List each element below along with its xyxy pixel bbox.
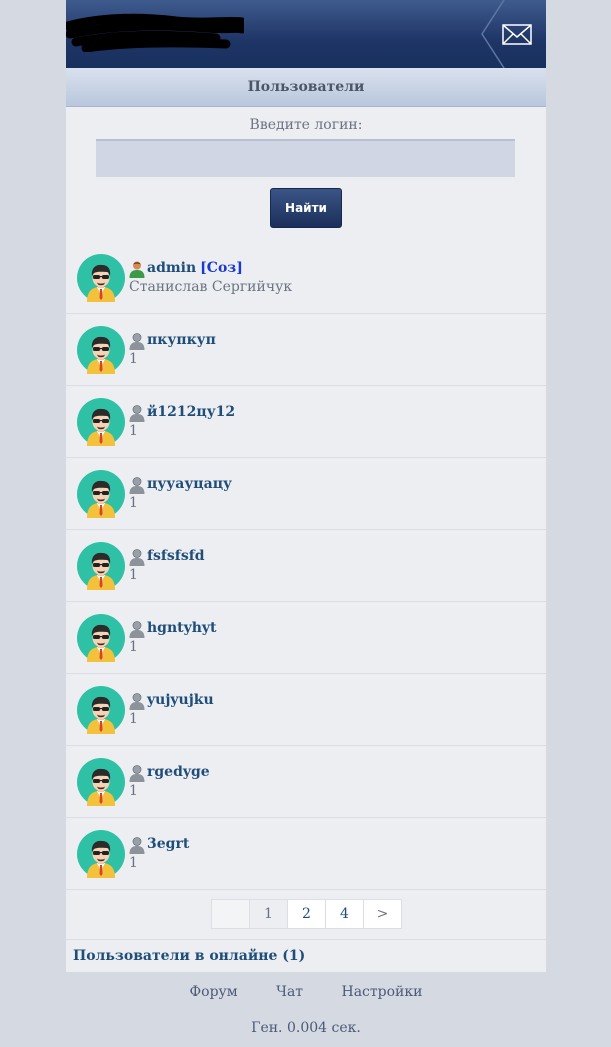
user-icon xyxy=(128,404,146,422)
login-input[interactable] xyxy=(96,139,515,177)
page: Пользователи Введите логин: Найти admin … xyxy=(66,0,546,1047)
page-title: Пользователи xyxy=(66,68,546,107)
username-link[interactable]: yujyujku xyxy=(147,692,214,708)
footer-nav: Форум Чат Настройки xyxy=(66,984,546,1000)
find-button[interactable]: Найти xyxy=(270,188,342,228)
search-panel: Введите логин: Найти xyxy=(66,107,546,243)
user-subtitle: 1 xyxy=(129,567,138,583)
user-row: пкупкуп 1 xyxy=(66,314,546,386)
next-page-link[interactable]: > xyxy=(363,900,401,928)
role-tag: [Соз] xyxy=(200,260,243,276)
username: admin xyxy=(147,260,197,276)
user-subtitle: 1 xyxy=(129,855,138,871)
username: пкупкуп xyxy=(147,332,216,348)
username: hgntyhyt xyxy=(147,620,217,636)
user-row: rgedyge 1 xyxy=(66,746,546,818)
top-bar xyxy=(66,0,546,68)
page-link[interactable]: 4 xyxy=(325,900,363,928)
user-row: цууауцацу 1 xyxy=(66,458,546,530)
user-subtitle: 1 xyxy=(129,495,138,511)
user-subtitle: 1 xyxy=(129,711,138,727)
user-icon xyxy=(128,764,146,782)
online-users-link[interactable]: Пользователи в онлайне (1) xyxy=(73,948,305,964)
user-icon xyxy=(128,620,146,638)
avatar[interactable] xyxy=(77,686,125,734)
login-label: Введите логин: xyxy=(249,117,363,133)
page-link-current[interactable]: 1 xyxy=(249,900,287,928)
user-row: admin [Соз] Станислав Сергийчук xyxy=(66,242,546,314)
username: й1212цу12 xyxy=(147,404,236,420)
user-row: hgntyhyt 1 xyxy=(66,602,546,674)
page-link[interactable]: 2 xyxy=(287,900,325,928)
online-users-bar: Пользователи в онлайне (1) xyxy=(66,940,546,972)
username-link[interactable]: rgedyge xyxy=(147,764,210,780)
username-link[interactable]: 3egrt xyxy=(147,836,189,852)
user-icon xyxy=(128,692,146,710)
avatar[interactable] xyxy=(77,254,125,302)
username: цууауцацу xyxy=(147,476,233,492)
user-icon xyxy=(128,836,146,854)
avatar[interactable] xyxy=(77,398,125,446)
user-row: й1212цу12 1 xyxy=(66,386,546,458)
footer-link-chat[interactable]: Чат xyxy=(276,984,303,1000)
pagination: 1 2 4 > xyxy=(211,899,402,929)
username: 3egrt xyxy=(147,836,190,852)
pagination-area: 1 2 4 > xyxy=(66,890,546,940)
username: fsfsfsfd xyxy=(147,548,205,564)
username-link[interactable]: fsfsfsfd xyxy=(147,548,205,564)
user-subtitle: 1 xyxy=(129,423,138,439)
username-link[interactable]: й1212цу12 xyxy=(147,404,235,420)
user-row: fsfsfsfd 1 xyxy=(66,530,546,602)
page-spacer xyxy=(212,900,249,928)
user-row: yujyujku 1 xyxy=(66,674,546,746)
username-link[interactable]: пкупкуп xyxy=(147,332,216,348)
mail-button[interactable] xyxy=(474,0,546,68)
username: yujyujku xyxy=(147,692,214,708)
user-subtitle: 1 xyxy=(129,783,138,799)
footer-link-settings[interactable]: Настройки xyxy=(342,984,423,1000)
avatar[interactable] xyxy=(77,470,125,518)
user-subtitle: Станислав Сергийчук xyxy=(129,279,293,295)
avatar[interactable] xyxy=(77,758,125,806)
admin-user-icon xyxy=(128,260,146,278)
user-subtitle: 1 xyxy=(129,639,138,655)
user-subtitle: 1 xyxy=(129,351,138,367)
redacted-logo xyxy=(66,13,244,52)
footer-link-forum[interactable]: Форум xyxy=(190,984,238,1000)
envelope-icon xyxy=(481,0,532,68)
user-row: 3egrt 1 xyxy=(66,818,546,890)
username-link[interactable]: hgntyhyt xyxy=(147,620,217,636)
user-icon xyxy=(128,476,146,494)
avatar[interactable] xyxy=(77,326,125,374)
avatar[interactable] xyxy=(77,830,125,878)
username-link[interactable]: цууауцацу xyxy=(147,476,232,492)
username: rgedyge xyxy=(147,764,210,780)
avatar[interactable] xyxy=(77,614,125,662)
user-icon xyxy=(128,332,146,350)
generation-time: Ген. 0.004 сек. xyxy=(251,1020,361,1036)
username-link[interactable]: admin [Соз] xyxy=(147,260,243,276)
user-icon xyxy=(128,548,146,566)
avatar[interactable] xyxy=(77,542,125,590)
